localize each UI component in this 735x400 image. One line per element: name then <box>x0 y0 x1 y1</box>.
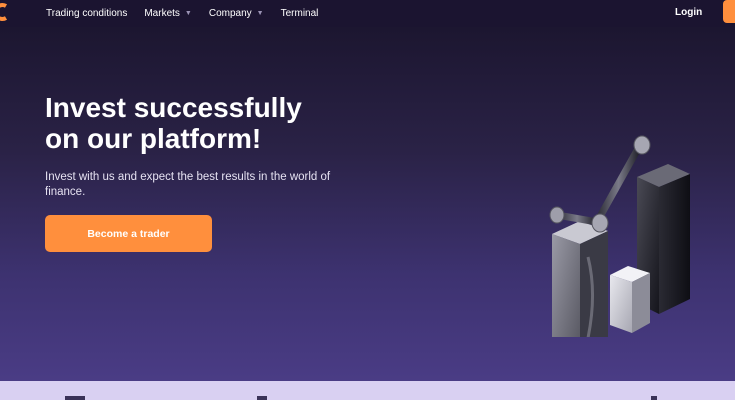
feature-icon <box>257 396 267 400</box>
login-link[interactable]: Login <box>675 7 702 18</box>
register-button[interactable] <box>723 0 735 23</box>
hero-section: Invest successfully on our platform! Inv… <box>0 27 735 381</box>
top-navbar: Trading conditions Markets ▼ Company ▼ T… <box>0 0 735 27</box>
nav-item-label: Company <box>208 8 252 19</box>
brand-logo-icon[interactable] <box>0 2 8 22</box>
hero-title: Invest successfully on our platform! <box>45 92 375 154</box>
nav-item-markets[interactable]: Markets ▼ <box>144 8 192 19</box>
nav-item-company[interactable]: Company ▼ <box>209 8 264 19</box>
chevron-down-icon: ▼ <box>184 10 192 17</box>
bar-chart-3d-icon <box>549 135 690 337</box>
become-trader-button[interactable]: Become a trader <box>45 215 212 252</box>
hero-title-line-2: on our platform! <box>45 123 262 154</box>
hero-subtitle: Invest with us and expect the best resul… <box>45 171 331 198</box>
nav-item-trading-conditions[interactable]: Trading conditions <box>46 8 127 19</box>
main-nav: Trading conditions Markets ▼ Company ▼ T… <box>46 0 335 27</box>
feature-icon <box>651 396 657 400</box>
nav-item-label: Markets <box>144 8 180 19</box>
nav-item-label: Terminal <box>280 8 319 19</box>
nav-item-label: Trading conditions <box>46 8 128 19</box>
features-band <box>0 381 735 400</box>
chevron-down-icon: ▼ <box>256 10 264 17</box>
feature-icon <box>65 396 85 400</box>
hero-title-line-1: Invest successfully <box>45 92 302 123</box>
nav-item-terminal[interactable]: Terminal <box>281 8 319 19</box>
